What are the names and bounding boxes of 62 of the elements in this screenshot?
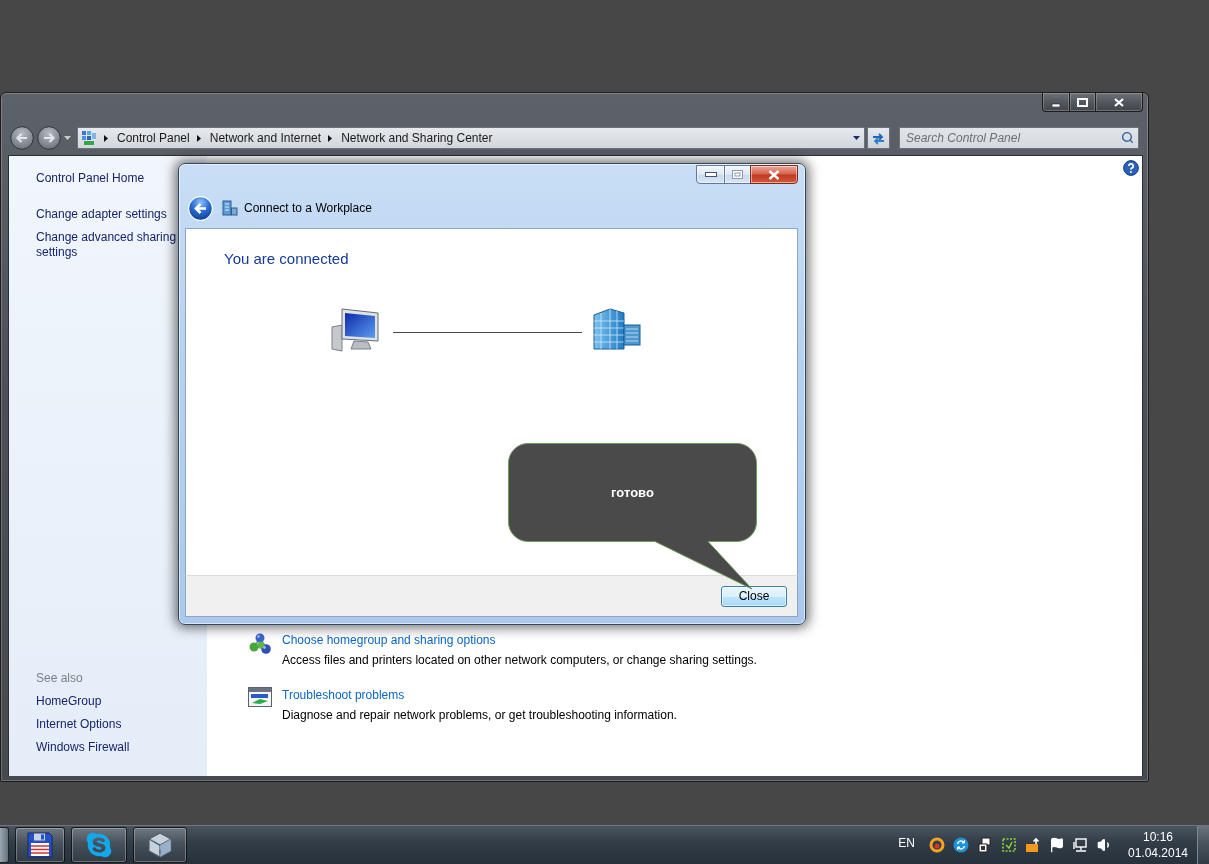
building-icon (222, 200, 238, 216)
sidebar-link[interactable]: HomeGroup (36, 694, 183, 709)
dialog-heading: You are connected (224, 249, 349, 269)
dropdown-caret-icon[interactable] (853, 136, 860, 140)
start-button[interactable] (0, 827, 9, 863)
chat-app-icon (85, 831, 113, 859)
box-arrow-icon[interactable] (1025, 837, 1041, 853)
language-indicator[interactable]: EN (898, 835, 915, 850)
dashed-square-icon[interactable] (1001, 837, 1017, 853)
sidebar-link[interactable]: Windows Firewall (36, 740, 183, 755)
window-icon (248, 687, 272, 707)
chevron-icon (104, 134, 108, 142)
dialog-title: Connect to a Workplace (244, 201, 372, 215)
breadcrumb-item[interactable]: Control Panel (117, 130, 190, 146)
window-close-button[interactable] (750, 165, 798, 184)
help-icon[interactable] (1123, 160, 1139, 176)
minimize-icon (704, 172, 717, 177)
clock-date[interactable]: 01.04.2014 (1127, 845, 1189, 861)
maximize-icon (1077, 97, 1088, 107)
close-icon (768, 169, 780, 180)
taskbar-button[interactable] (71, 827, 127, 863)
connected-spheres-icon (248, 632, 272, 656)
maximize-button[interactable] (1069, 93, 1096, 112)
task-link[interactable]: Troubleshoot problems (282, 685, 405, 705)
clock-time[interactable]: 10:16 (1143, 829, 1173, 845)
control-panel-icon (81, 130, 97, 146)
address-bar[interactable]: Control Panel Network and Internet Network and Sharing Center (77, 127, 865, 149)
taskbar-button[interactable] (133, 827, 187, 863)
chevron-icon (196, 134, 201, 142)
search-field[interactable]: Search Control Panel (899, 127, 1139, 149)
show-desktop-button[interactable] (1197, 826, 1209, 864)
back-button[interactable] (10, 126, 34, 150)
breadcrumb-item[interactable]: Network and Internet (209, 130, 322, 146)
callout-text: готово (611, 485, 654, 501)
see-also-heading: See also (36, 671, 84, 686)
task-link[interactable]: Choose homegroup and sharing options (282, 630, 496, 650)
computer-icon (331, 306, 379, 352)
close-button[interactable]: Close (721, 585, 787, 607)
breadcrumb-item[interactable]: Network and Sharing Center (341, 130, 493, 146)
task-description: Access files and printers located on other network computers, or change sharing settings. (282, 652, 757, 669)
task-description: Diagnose and repair network problems, or get troubleshooting information. (282, 707, 677, 724)
forward-button[interactable] (37, 126, 61, 150)
sidebar-link[interactable]: Internet Options (36, 717, 183, 732)
refresh-icon (871, 131, 886, 145)
refresh-button[interactable] (867, 127, 890, 149)
taskbar-button[interactable] (15, 827, 65, 863)
flag-icon[interactable] (1049, 837, 1065, 853)
ring-icon[interactable] (929, 837, 945, 853)
close-icon (1114, 97, 1124, 107)
overlapping-squares-icon[interactable] (977, 837, 993, 853)
caret-icon[interactable] (64, 136, 71, 140)
sync-icon[interactable] (953, 837, 969, 853)
cube-icon (146, 831, 174, 859)
window-close-button[interactable] (1095, 93, 1143, 112)
network-icon[interactable] (1073, 837, 1089, 853)
minimize-button[interactable] (1042, 93, 1070, 112)
office-building-icon (592, 308, 642, 350)
search-icon[interactable] (1121, 131, 1134, 144)
chevron-icon (328, 134, 333, 142)
maximize-button[interactable] (724, 165, 751, 184)
minimize-button[interactable] (696, 165, 725, 184)
maximize-icon (732, 170, 743, 179)
